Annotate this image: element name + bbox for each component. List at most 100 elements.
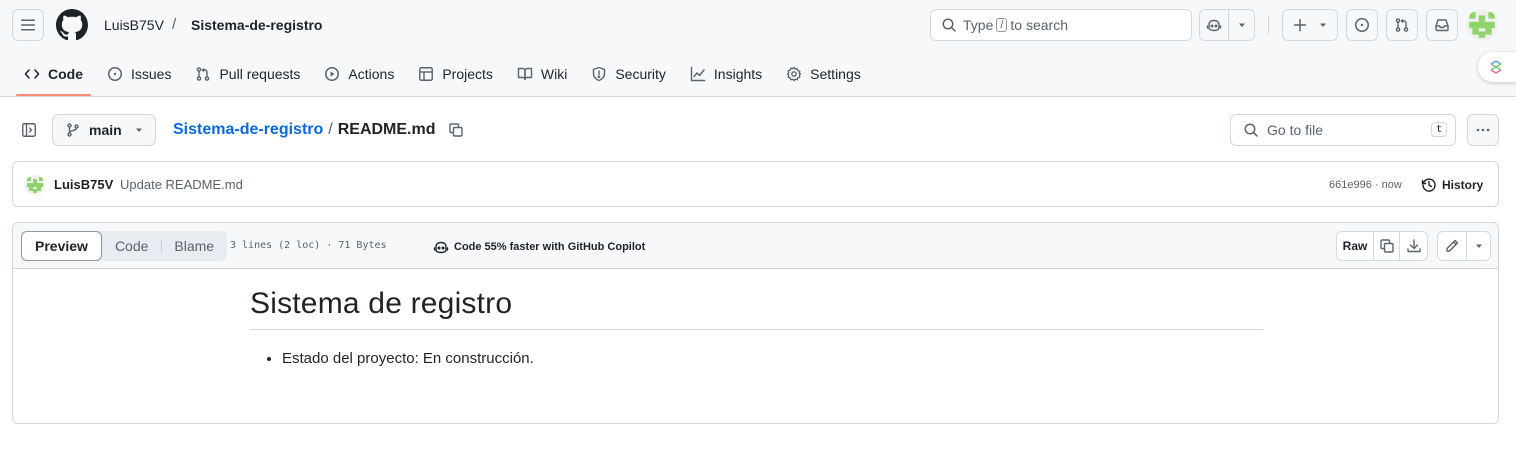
file-viewer: Preview Code Blame 3 lines (2 loc) · 71 … <box>12 222 1499 424</box>
repo-nav-tabs: Code Issues Pull requests Actions Projec… <box>16 56 877 96</box>
copy-icon <box>1379 238 1395 254</box>
more-options-button[interactable] <box>1467 114 1499 146</box>
blame-tab[interactable]: Blame <box>161 231 227 261</box>
sidebar-expand-icon <box>21 122 37 138</box>
user-avatar[interactable] <box>1466 9 1498 41</box>
preview-tab[interactable]: Preview <box>21 231 102 261</box>
download-raw-button[interactable] <box>1400 231 1428 261</box>
copy-path-icon[interactable] <box>448 122 464 138</box>
go-to-file-input[interactable]: Go to file t <box>1230 114 1456 146</box>
git-pull-request-icon <box>1394 17 1410 33</box>
copilot-promo-link[interactable]: Code 55% faster with GitHub Copilot <box>433 239 645 255</box>
your-pull-requests-button[interactable] <box>1386 9 1418 41</box>
go-to-file-placeholder: Go to file <box>1267 122 1324 138</box>
menu-button[interactable] <box>12 9 44 41</box>
triangle-down-icon <box>1237 20 1247 30</box>
notifications-button[interactable] <box>1426 9 1458 41</box>
your-issues-button[interactable] <box>1346 9 1378 41</box>
search-placeholder-prefix: Type <box>963 17 994 33</box>
history-label: History <box>1442 178 1484 192</box>
book-icon <box>517 66 533 82</box>
tab-settings[interactable]: Settings <box>778 56 869 92</box>
file-toolbar: Preview Code Blame 3 lines (2 loc) · 71 … <box>13 223 1498 269</box>
issue-opened-icon <box>1354 17 1370 33</box>
git-branch-icon <box>65 122 81 138</box>
edit-actions <box>1437 231 1491 261</box>
commit-author-avatar[interactable] <box>25 175 45 195</box>
tab-label: Wiki <box>540 66 568 82</box>
triangle-down-icon <box>1474 241 1484 251</box>
commit-author-link[interactable]: LuisB75V <box>54 177 113 192</box>
raw-button[interactable]: Raw <box>1336 231 1374 261</box>
path-separator: / <box>172 16 177 33</box>
hamburger-icon <box>20 17 36 33</box>
kebab-horizontal-icon <box>1475 122 1491 138</box>
triangle-down-icon <box>134 125 144 135</box>
expand-file-tree-button[interactable] <box>16 114 42 146</box>
branch-selector[interactable]: main <box>52 114 156 146</box>
tab-label: Settings <box>810 66 861 82</box>
tab-code[interactable]: Code <box>16 56 91 96</box>
table-icon <box>418 66 434 82</box>
copilot-menu[interactable] <box>1199 9 1255 41</box>
readme-title: Sistema de registro <box>250 287 1263 330</box>
tab-label: Issues <box>131 66 172 82</box>
tab-issues[interactable]: Issues <box>99 56 179 92</box>
view-mode-switch: Preview Code Blame <box>21 231 228 261</box>
tab-label: Security <box>615 66 666 82</box>
download-icon <box>1406 238 1422 254</box>
tab-label: Actions <box>348 66 395 82</box>
code-view-tab[interactable]: Code <box>102 231 161 261</box>
history-icon <box>1421 177 1437 193</box>
file-meta: 3 lines (2 loc) · 71 Bytes <box>230 240 387 251</box>
search-shortcut-key: / <box>996 18 1008 32</box>
app-header: LuisB75V / Sistema-de-registro Type / to… <box>0 0 1516 97</box>
edit-options-dropdown[interactable] <box>1467 231 1491 261</box>
repo-owner-link[interactable]: LuisB75V <box>104 17 164 33</box>
pencil-icon <box>1444 238 1460 254</box>
tab-label: Pull requests <box>219 66 301 82</box>
tab-label: Insights <box>713 66 763 82</box>
tab-label: Projects <box>442 66 493 82</box>
breadcrumb-file-name: README.md <box>337 121 436 138</box>
graph-icon <box>690 66 706 82</box>
copilot-icon <box>1206 17 1222 33</box>
raw-actions: Raw <box>1336 231 1428 261</box>
shield-icon <box>591 66 607 82</box>
breadcrumb-separator: / <box>328 121 333 138</box>
plus-icon <box>1292 17 1308 33</box>
copilot-dropdown-button[interactable] <box>1229 9 1255 41</box>
readme-content: Sistema de registro Estado del proyecto:… <box>250 287 1263 370</box>
commit-message-link[interactable]: Update README.md <box>120 177 243 192</box>
play-icon <box>324 66 340 82</box>
copilot-icon <box>433 239 449 255</box>
tab-pull-requests[interactable]: Pull requests <box>187 56 308 92</box>
search-placeholder-suffix: to search <box>1010 17 1069 33</box>
github-logo-icon[interactable] <box>56 9 88 41</box>
readme-list: Estado del proyecto: En construcción. <box>250 348 1263 370</box>
tab-security[interactable]: Security <box>583 56 674 92</box>
edit-file-button[interactable] <box>1437 231 1467 261</box>
search-icon <box>941 17 957 33</box>
tab-projects[interactable]: Projects <box>410 56 501 92</box>
copilot-button[interactable] <box>1199 9 1229 41</box>
browser-extension-badge[interactable] <box>1478 52 1516 82</box>
extension-icon <box>1488 59 1504 75</box>
tab-actions[interactable]: Actions <box>316 56 402 92</box>
tab-insights[interactable]: Insights <box>682 56 770 92</box>
issue-opened-icon <box>107 66 123 82</box>
create-new-button[interactable] <box>1282 9 1338 41</box>
tab-wiki[interactable]: Wiki <box>509 56 575 92</box>
breadcrumb-repo-link[interactable]: Sistema-de-registro <box>173 121 323 139</box>
branch-name: main <box>89 122 122 138</box>
git-pull-request-icon <box>195 66 211 82</box>
copilot-promo-text: Code 55% faster with GitHub Copilot <box>454 241 646 253</box>
search-input[interactable]: Type / to search <box>930 9 1192 41</box>
tab-label: Code <box>48 66 83 82</box>
breadcrumb: Sistema-de-registro / README.md <box>173 121 464 139</box>
triangle-down-icon <box>1318 20 1328 30</box>
repo-name-link[interactable]: Sistema-de-registro <box>191 17 322 33</box>
commit-hash-time[interactable]: 661e996 · now <box>1329 179 1402 191</box>
copy-raw-button[interactable] <box>1374 231 1400 261</box>
history-button[interactable]: History <box>1421 177 1483 193</box>
